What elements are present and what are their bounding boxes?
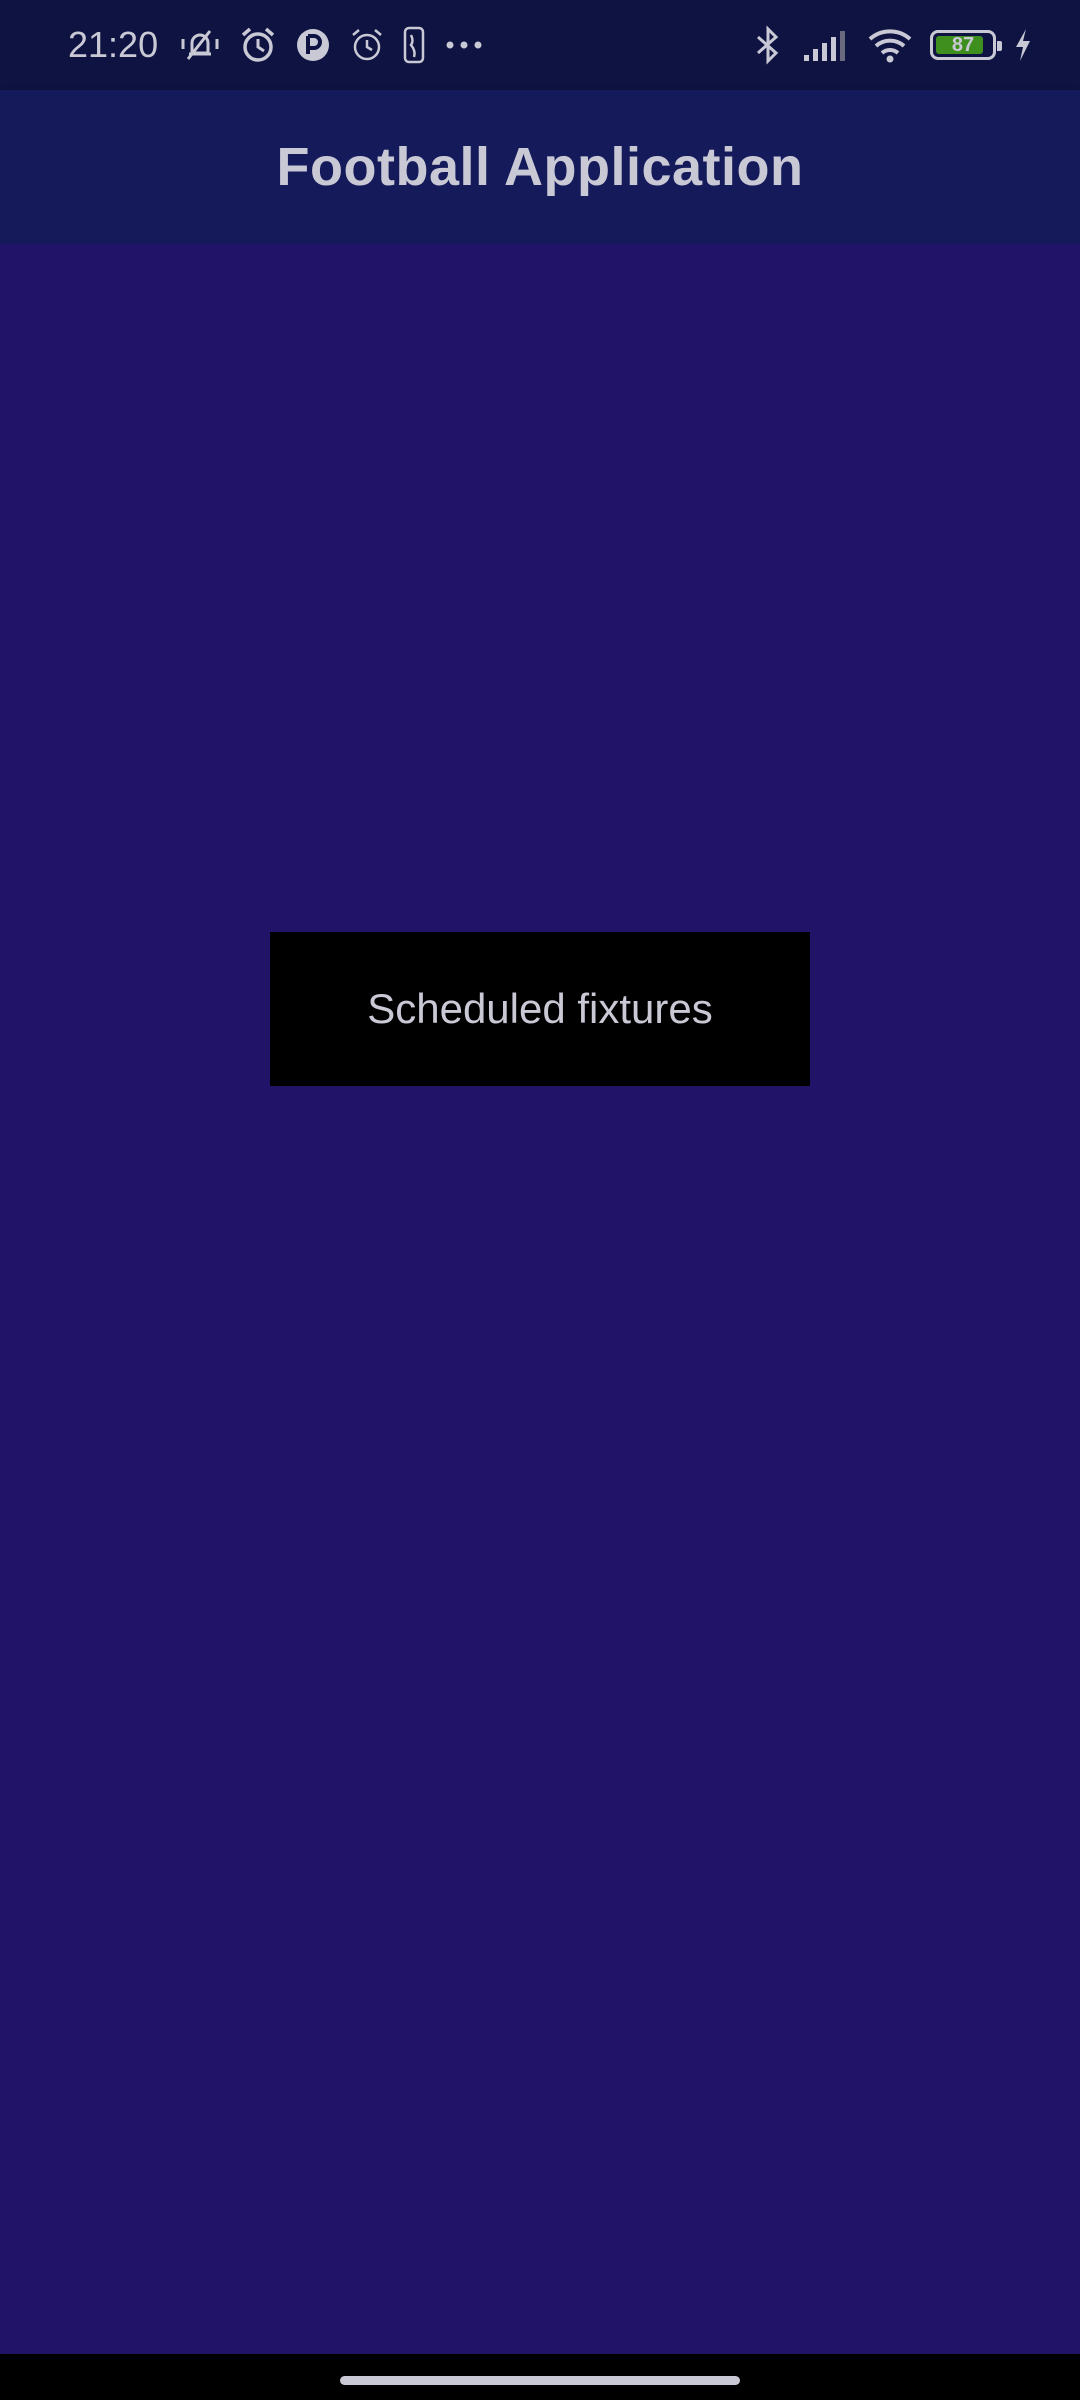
battery-icon: 87: [930, 30, 1002, 60]
signal-icon: [802, 27, 850, 63]
app-bar: Football Application: [0, 90, 1080, 244]
main-content: Scheduled fixtures: [0, 244, 1080, 2354]
status-bar: 21:20 87: [0, 0, 1080, 90]
vibrate-mute-icon: [178, 25, 222, 65]
scheduled-fixtures-button[interactable]: Scheduled fixtures: [270, 932, 810, 1086]
charging-icon: [1012, 27, 1034, 63]
nba-icon: [402, 25, 426, 65]
home-indicator[interactable]: [340, 2376, 740, 2385]
app-notification-icon: [294, 26, 332, 64]
navigation-bar: [0, 2354, 1080, 2400]
battery-cap: [997, 41, 1002, 51]
status-bar-left: 21:20: [68, 24, 486, 66]
status-bar-right: 87: [750, 25, 1034, 65]
bluetooth-icon: [750, 25, 786, 65]
alarm-icon: [238, 25, 278, 65]
clock: 21:20: [68, 24, 159, 65]
page-title: Football Application: [276, 137, 804, 197]
more-dots-icon: [442, 39, 486, 51]
alarm-outline-icon: [348, 26, 386, 64]
battery-percent: 87: [951, 33, 975, 56]
wifi-icon: [866, 27, 914, 63]
